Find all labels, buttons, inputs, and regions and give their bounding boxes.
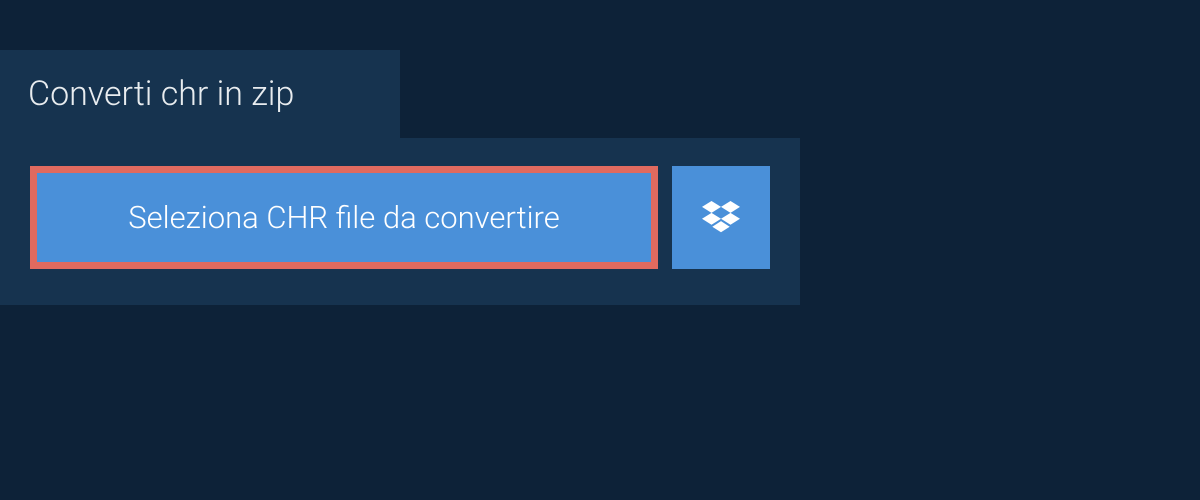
select-file-button[interactable]: Seleziona CHR file da convertire bbox=[30, 166, 658, 269]
button-row: Seleziona CHR file da convertire bbox=[30, 166, 770, 269]
conversion-panel: Seleziona CHR file da convertire bbox=[0, 138, 800, 305]
select-file-label: Seleziona CHR file da convertire bbox=[128, 199, 559, 236]
dropbox-icon bbox=[702, 197, 740, 239]
conversion-tab[interactable]: Converti chr in zip bbox=[0, 50, 400, 138]
dropbox-button[interactable] bbox=[672, 166, 770, 269]
tab-title: Converti chr in zip bbox=[28, 74, 294, 114]
